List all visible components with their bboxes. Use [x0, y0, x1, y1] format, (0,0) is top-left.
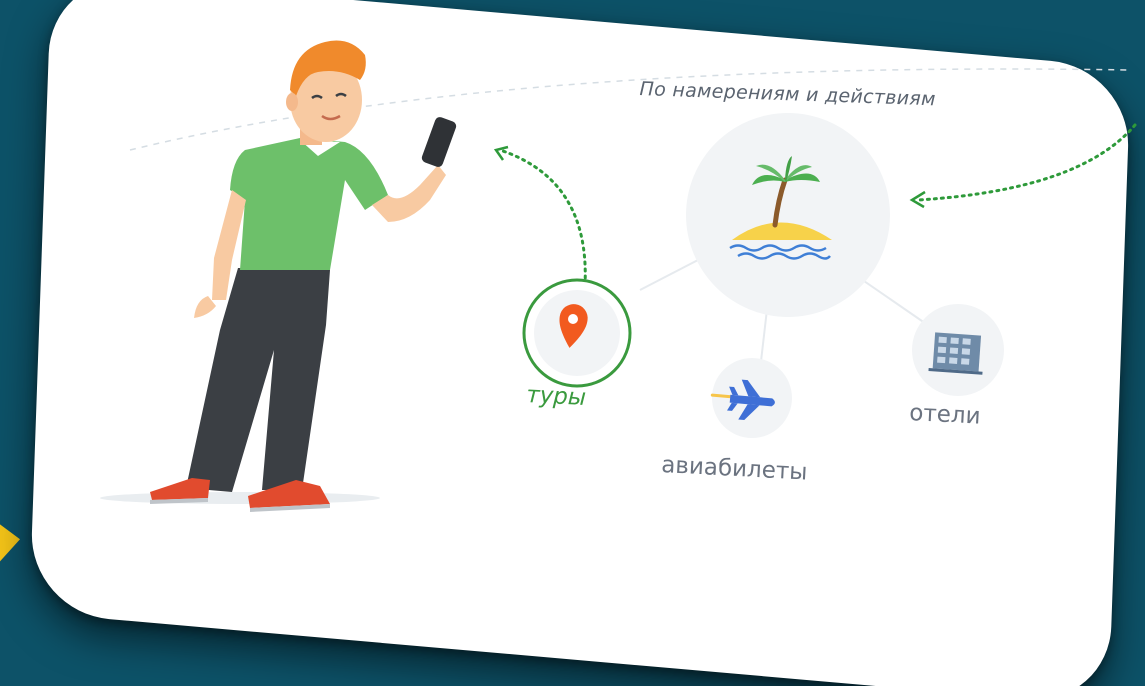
label-tours[interactable]: туры: [526, 382, 587, 411]
dashed-curve: [129, 68, 1131, 151]
slide: По намерениям и действиям туры авиабилет…: [0, 0, 1145, 686]
dotted-arrow: [916, 123, 1137, 202]
hotel-building-icon: [928, 332, 983, 375]
illustration-scene: По намерениям и действиям туры авиабилет…: [0, 0, 1145, 686]
dotted-arrow: [498, 148, 587, 287]
label-hotels[interactable]: отели: [909, 400, 982, 430]
arrow-head-icon: [493, 145, 509, 161]
man-with-phone-illustration: [100, 40, 457, 512]
scene-graphics: [100, 40, 1137, 512]
center-circle: [686, 113, 890, 317]
